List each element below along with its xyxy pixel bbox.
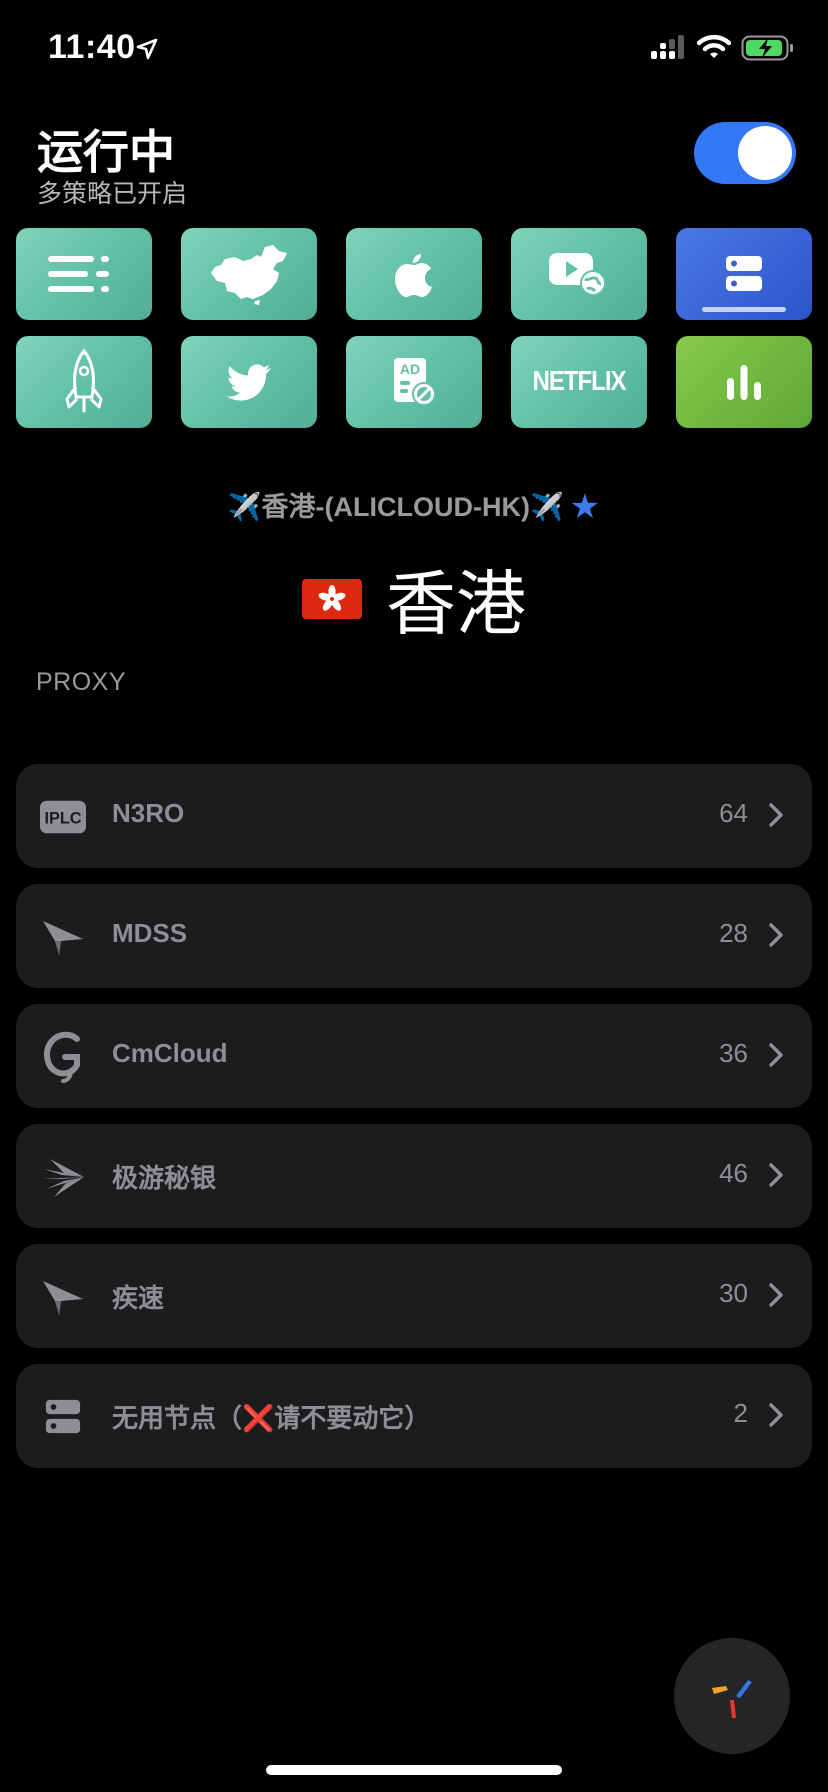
ad-block-icon: AD [394,358,436,406]
svg-text:AD: AD [400,361,420,377]
paper-plane-icon [40,914,86,960]
group-count: 30 [719,1278,748,1308]
paper-plane-icon [40,1274,86,1320]
app-logo-icon [712,1680,752,1718]
current-region: 香港 [0,548,828,649]
proxy-group-cmcloud[interactable]: CmCloud 36 [16,1004,812,1108]
policy-tile-netflix[interactable]: NETFLIX [511,336,647,428]
group-count: 36 [719,1038,748,1068]
apple-icon [395,254,432,297]
home-indicator [266,1765,562,1775]
policy-tile-stats[interactable] [676,336,812,428]
proxy-group-mdss[interactable]: MDSS 28 [16,884,812,988]
group-label: 无用节点（❌请不要动它） [112,1403,431,1433]
current-region-name: 香港 [386,563,526,645]
burst-icon [40,1154,86,1200]
policy-tile-proxy[interactable] [676,228,812,320]
group-label: MDSS [112,918,188,948]
status-time: 11:40 [48,28,136,66]
rocket-icon [65,349,103,413]
group-count: 2 [733,1398,748,1428]
proxy-group-jisu[interactable]: 疾速 30 [16,1244,812,1348]
server-icon [726,256,762,291]
app-logo-button[interactable] [674,1638,790,1754]
battery-charging-icon [741,35,793,61]
policy-tile-china[interactable] [181,228,317,320]
policy-tile-adblock[interactable]: AD [346,336,482,428]
status-subtitle: 多策略已开启 [37,180,188,208]
proxy-group-n3ro[interactable]: IPLC N3RO 64 [16,764,812,868]
current-proxy-line: ✈️香港-(ALICLOUD-HK)✈️ ★ [0,485,828,527]
chevron-right-icon [769,1163,783,1187]
cellular-signal-icon [651,35,684,59]
group-count: 64 [719,798,748,828]
wifi-icon [697,34,731,58]
proxy-group-jiyou[interactable]: 极游秘银 46 [16,1124,812,1228]
svg-text:IPLC: IPLC [44,810,81,828]
group-count: 28 [719,918,748,948]
chevron-right-icon [769,803,783,827]
hong-kong-flag-icon [302,578,362,619]
chevron-right-icon [769,1403,783,1427]
location-arrow-icon [136,38,158,60]
twitter-icon [226,364,271,401]
status-title: 运行中 [37,126,175,178]
status-bar: 11:40 [0,0,828,100]
group-label: 极游秘银 [112,1163,217,1193]
list-icon [48,256,109,292]
policy-tile-rocket[interactable] [16,336,152,428]
selected-tile-indicator [702,307,786,312]
chevron-right-icon [769,1283,783,1307]
vpn-toggle-switch[interactable] [694,122,796,184]
policy-tile-apple[interactable] [346,228,482,320]
chevron-right-icon [769,923,783,947]
server-icon [40,1394,86,1440]
toggle-knob [738,126,792,180]
group-label: 疾速 [112,1283,165,1313]
group-count: 46 [719,1158,748,1188]
netflix-icon: NETFLIX [532,365,627,397]
policy-tile-twitter[interactable] [181,336,317,428]
bar-chart-icon [727,365,761,400]
china-map-icon [211,245,287,305]
policy-tile-list[interactable] [16,228,152,320]
chevron-right-icon [769,1043,783,1067]
video-globe-icon [549,253,606,296]
cmcloud-g-icon [40,1031,86,1083]
group-label: N3RO [112,798,185,828]
iplc-icon: IPLC [40,794,86,840]
star-icon[interactable]: ★ [570,488,600,526]
policy-tile-streaming[interactable] [511,228,647,320]
proxy-group-unused[interactable]: 无用节点（❌请不要动它） 2 [16,1364,812,1468]
group-label: CmCloud [112,1038,228,1068]
section-label-proxy: PROXY [36,668,127,696]
current-proxy-name: ✈️香港-(ALICLOUD-HK)✈️ [227,492,564,522]
